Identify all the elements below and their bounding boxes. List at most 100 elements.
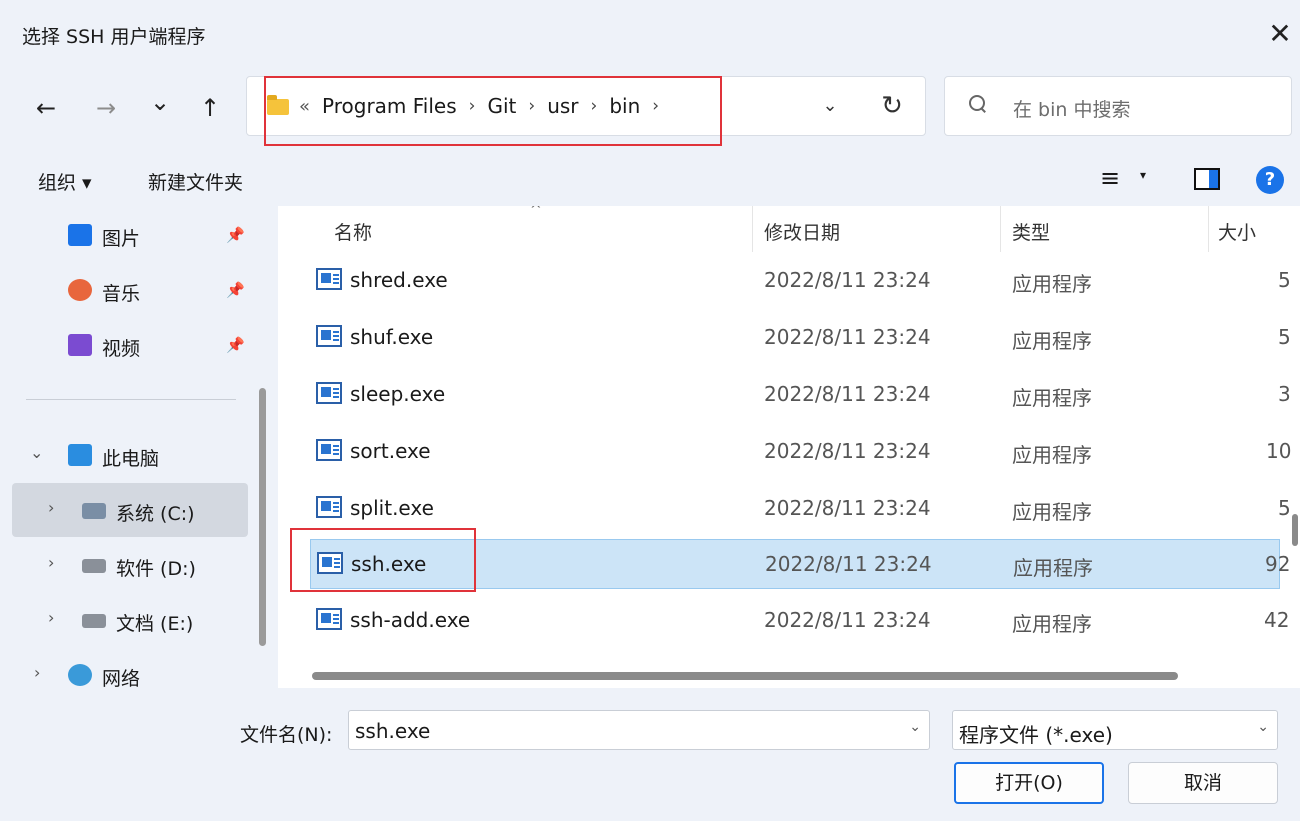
file-row[interactable]: sort.exe 2022/8/11 23:24 应用程序 10 — [310, 427, 1291, 477]
file-type: 应用程序 — [1013, 556, 1093, 580]
filename-value: ssh.exe — [355, 719, 431, 743]
address-history-chevron-icon[interactable]: ⌄ — [815, 91, 845, 121]
sidebar-item-label: 软件 (D:) — [116, 558, 196, 580]
file-row[interactable]: ssh-add.exe 2022/8/11 23:24 应用程序 42 — [310, 596, 1289, 646]
file-name: sleep.exe — [350, 382, 446, 406]
file-type: 应用程序 — [1012, 612, 1092, 636]
sidebar-item-this-pc[interactable]: ⌄ 此电脑 — [0, 428, 260, 482]
drive-icon — [82, 614, 106, 628]
sidebar-item-label: 系统 (C:) — [116, 503, 195, 525]
pin-icon[interactable]: 📌 — [226, 336, 245, 354]
organize-menu-button[interactable]: 组织 ▾ — [38, 168, 92, 195]
chevron-down-icon[interactable]: ⌄ — [1257, 719, 1269, 735]
file-row[interactable]: split.exe 2022/8/11 23:24 应用程序 5 — [310, 484, 1291, 534]
file-row[interactable]: shuf.exe 2022/8/11 23:24 应用程序 5 — [310, 313, 1291, 363]
file-name: ssh-add.exe — [350, 608, 471, 632]
file-modified: 2022/8/11 23:24 — [764, 439, 931, 463]
up-arrow-icon[interactable]: ↑ — [190, 88, 230, 128]
file-row[interactable]: shred.exe 2022/8/11 23:24 应用程序 5 — [310, 256, 1291, 306]
column-header-name[interactable]: 名称 — [334, 218, 372, 245]
chevron-right-icon[interactable]: › — [34, 663, 40, 682]
file-list: ^ 名称 修改日期 类型 大小 shred.exe 2022/8/11 23:2… — [286, 206, 1300, 688]
file-modified: 2022/8/11 23:24 — [764, 325, 931, 349]
chevron-right-icon[interactable]: › — [48, 553, 54, 572]
file-modified: 2022/8/11 23:24 — [764, 608, 931, 632]
refresh-icon[interactable]: ↻ — [875, 89, 909, 123]
filename-field[interactable]: ssh.exe ⌄ — [348, 710, 930, 750]
pin-icon[interactable]: 📌 — [226, 226, 245, 244]
file-type: 应用程序 — [1012, 443, 1092, 467]
dialog-footer: 文件名(N): ssh.exe ⌄ 程序文件 (*.exe) ⌄ 打开(O) 取… — [0, 688, 1300, 821]
command-toolbar: 组织 ▾ 新建文件夹 ≡ ▾ ? — [0, 152, 1300, 206]
filename-label: 文件名(N): — [240, 724, 333, 746]
forward-arrow-icon[interactable]: → — [86, 88, 126, 128]
file-name: sort.exe — [350, 439, 431, 463]
view-options-caret-icon[interactable]: ▾ — [1140, 168, 1146, 182]
sidebar-item-drive-c[interactable]: › 系统 (C:) — [12, 483, 248, 537]
column-header-modified[interactable]: 修改日期 — [764, 218, 840, 245]
cancel-button[interactable]: 取消 — [1128, 762, 1278, 804]
vertical-scrollbar-thumb[interactable] — [1292, 514, 1298, 546]
back-arrow-icon[interactable]: ← — [26, 88, 66, 128]
column-divider[interactable] — [1000, 206, 1001, 252]
sidebar-item-drive-d[interactable]: › 软件 (D:) — [0, 538, 260, 592]
sidebar-item-pictures[interactable]: 图片 📌 — [0, 208, 260, 262]
sidebar-item-label: 图片 — [102, 228, 141, 250]
system-drive-icon — [82, 503, 106, 519]
chevron-right-icon[interactable]: › — [48, 498, 54, 517]
chevron-down-icon[interactable]: ⌄ — [909, 719, 921, 735]
file-type-filter-select[interactable]: 程序文件 (*.exe) ⌄ — [952, 710, 1278, 750]
computer-icon — [68, 444, 92, 466]
sidebar-item-videos[interactable]: 视频 📌 — [0, 318, 260, 372]
file-type: 应用程序 — [1012, 386, 1092, 410]
recent-locations-chevron-icon[interactable]: ⌄ — [140, 82, 180, 122]
sidebar-divider — [26, 399, 236, 400]
column-divider[interactable] — [752, 206, 753, 252]
open-button[interactable]: 打开(O) — [954, 762, 1104, 804]
application-icon — [316, 382, 342, 404]
sidebar-item-music[interactable]: 音乐 📌 — [0, 263, 260, 317]
sidebar-item-label: 文档 (E:) — [116, 613, 194, 635]
application-icon — [316, 496, 342, 518]
close-icon[interactable]: ✕ — [1262, 16, 1298, 52]
sidebar-item-label: 视频 — [102, 338, 141, 360]
video-icon — [68, 334, 92, 356]
file-name: shred.exe — [350, 268, 448, 292]
sidebar-item-network[interactable]: › 网络 — [0, 648, 260, 688]
file-size: 3 — [1278, 382, 1291, 406]
chevron-right-icon[interactable]: › — [48, 608, 54, 627]
file-modified: 2022/8/11 23:24 — [764, 496, 931, 520]
application-icon — [316, 325, 342, 347]
sidebar-scrollbar[interactable] — [259, 388, 266, 646]
chevron-down-icon[interactable]: ⌄ — [30, 443, 43, 462]
column-header-type[interactable]: 类型 — [1012, 218, 1050, 245]
title-bar: 选择 SSH 用户端程序 ✕ — [0, 0, 1300, 68]
new-folder-button[interactable]: 新建文件夹 — [148, 168, 243, 195]
search-placeholder: 在 bin 中搜索 — [1013, 99, 1131, 121]
preview-pane-icon[interactable] — [1194, 168, 1220, 190]
navigation-pane: 图片 📌 音乐 📌 视频 📌 ⌄ 此电脑 › 系统 (C:) › 软件 (D:)… — [0, 206, 278, 688]
sidebar-item-drive-e[interactable]: › 文档 (E:) — [0, 593, 260, 647]
pictures-icon — [68, 224, 92, 246]
window-title: 选择 SSH 用户端程序 — [22, 26, 206, 48]
view-options-icon[interactable]: ≡ — [1100, 166, 1124, 190]
search-input[interactable]: 在 bin 中搜索 — [944, 76, 1292, 136]
horizontal-scrollbar-thumb[interactable] — [312, 672, 1178, 680]
file-type-filter-value: 程序文件 (*.exe) — [959, 723, 1113, 747]
column-headers: ^ 名称 修改日期 类型 大小 — [286, 206, 1300, 252]
column-divider[interactable] — [1208, 206, 1209, 252]
file-size: 5 — [1278, 268, 1291, 292]
file-name: split.exe — [350, 496, 434, 520]
file-modified: 2022/8/11 23:24 — [764, 268, 931, 292]
file-row[interactable]: sleep.exe 2022/8/11 23:24 应用程序 3 — [310, 370, 1291, 420]
sort-ascending-icon: ^ — [530, 206, 542, 218]
annotation-highlight-path — [264, 76, 722, 146]
network-icon — [68, 664, 92, 686]
help-icon[interactable]: ? — [1256, 166, 1284, 194]
file-type: 应用程序 — [1012, 500, 1092, 524]
annotation-highlight-file — [290, 528, 476, 592]
file-type: 应用程序 — [1012, 272, 1092, 296]
pin-icon[interactable]: 📌 — [226, 281, 245, 299]
file-size: 5 — [1278, 496, 1291, 520]
column-header-size[interactable]: 大小 — [1218, 218, 1256, 245]
